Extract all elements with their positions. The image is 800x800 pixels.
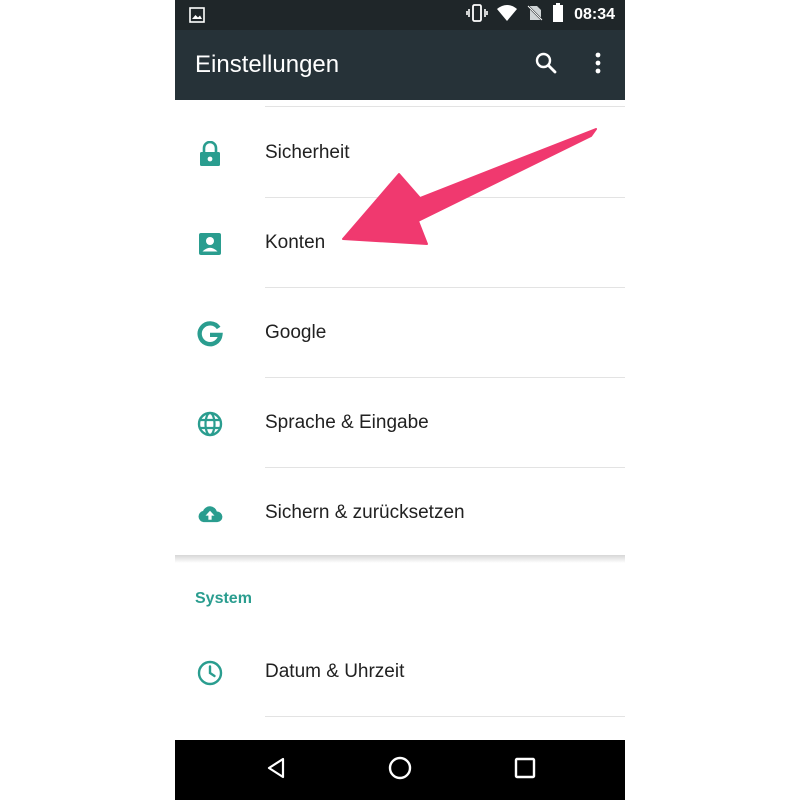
lock-icon [197, 141, 223, 167]
account-box-icon [197, 231, 223, 257]
settings-item-label: Google [265, 322, 327, 343]
navigation-bar [175, 740, 625, 800]
more-options-button[interactable] [583, 50, 613, 80]
settings-item-konten[interactable]: Konten [175, 198, 625, 288]
home-button[interactable] [385, 755, 415, 785]
wifi-icon [496, 4, 518, 27]
vibrate-icon [466, 3, 488, 27]
cloud-upload-icon [197, 501, 223, 527]
settings-list: Sicherheit Konten Google Sprache & Einga… [175, 100, 625, 740]
app-bar: Einstellungen [175, 30, 625, 100]
status-time: 08:34 [574, 6, 615, 23]
globe-icon [197, 411, 223, 437]
no-sim-icon [526, 4, 544, 27]
settings-item-label: Datum & Uhrzeit [265, 661, 405, 682]
settings-item-datum[interactable]: Datum & Uhrzeit [175, 627, 625, 717]
google-g-icon [197, 321, 223, 347]
section-header-system: System [195, 590, 252, 607]
settings-screen: 08:34 Einstellungen Sicherheit Konten Go… [175, 0, 625, 800]
clock-icon [197, 660, 223, 686]
settings-item-label: Sprache & Eingabe [265, 412, 429, 433]
section-divider [175, 555, 625, 563]
divider [265, 716, 625, 717]
settings-item-label: Konten [265, 232, 326, 253]
settings-item-sprache[interactable]: Sprache & Eingabe [175, 378, 625, 468]
image-icon [189, 7, 205, 28]
battery-icon [552, 2, 564, 28]
status-bar: 08:34 [175, 0, 625, 30]
recents-icon [513, 756, 537, 785]
settings-item-label: Sichern & zurücksetzen [265, 502, 465, 523]
search-button[interactable] [531, 50, 561, 80]
settings-item-label: Sicherheit [265, 142, 350, 163]
divider [265, 106, 625, 107]
page-title: Einstellungen [195, 51, 340, 78]
home-icon [387, 755, 413, 786]
search-icon [534, 51, 558, 80]
back-button[interactable] [261, 755, 291, 785]
settings-item-sicherheit[interactable]: Sicherheit [175, 108, 625, 198]
settings-item-google[interactable]: Google [175, 288, 625, 378]
more-vert-icon [594, 51, 602, 80]
recents-button[interactable] [510, 755, 540, 785]
settings-item-sichern[interactable]: Sichern & zurücksetzen [175, 468, 625, 558]
back-icon [264, 756, 288, 785]
